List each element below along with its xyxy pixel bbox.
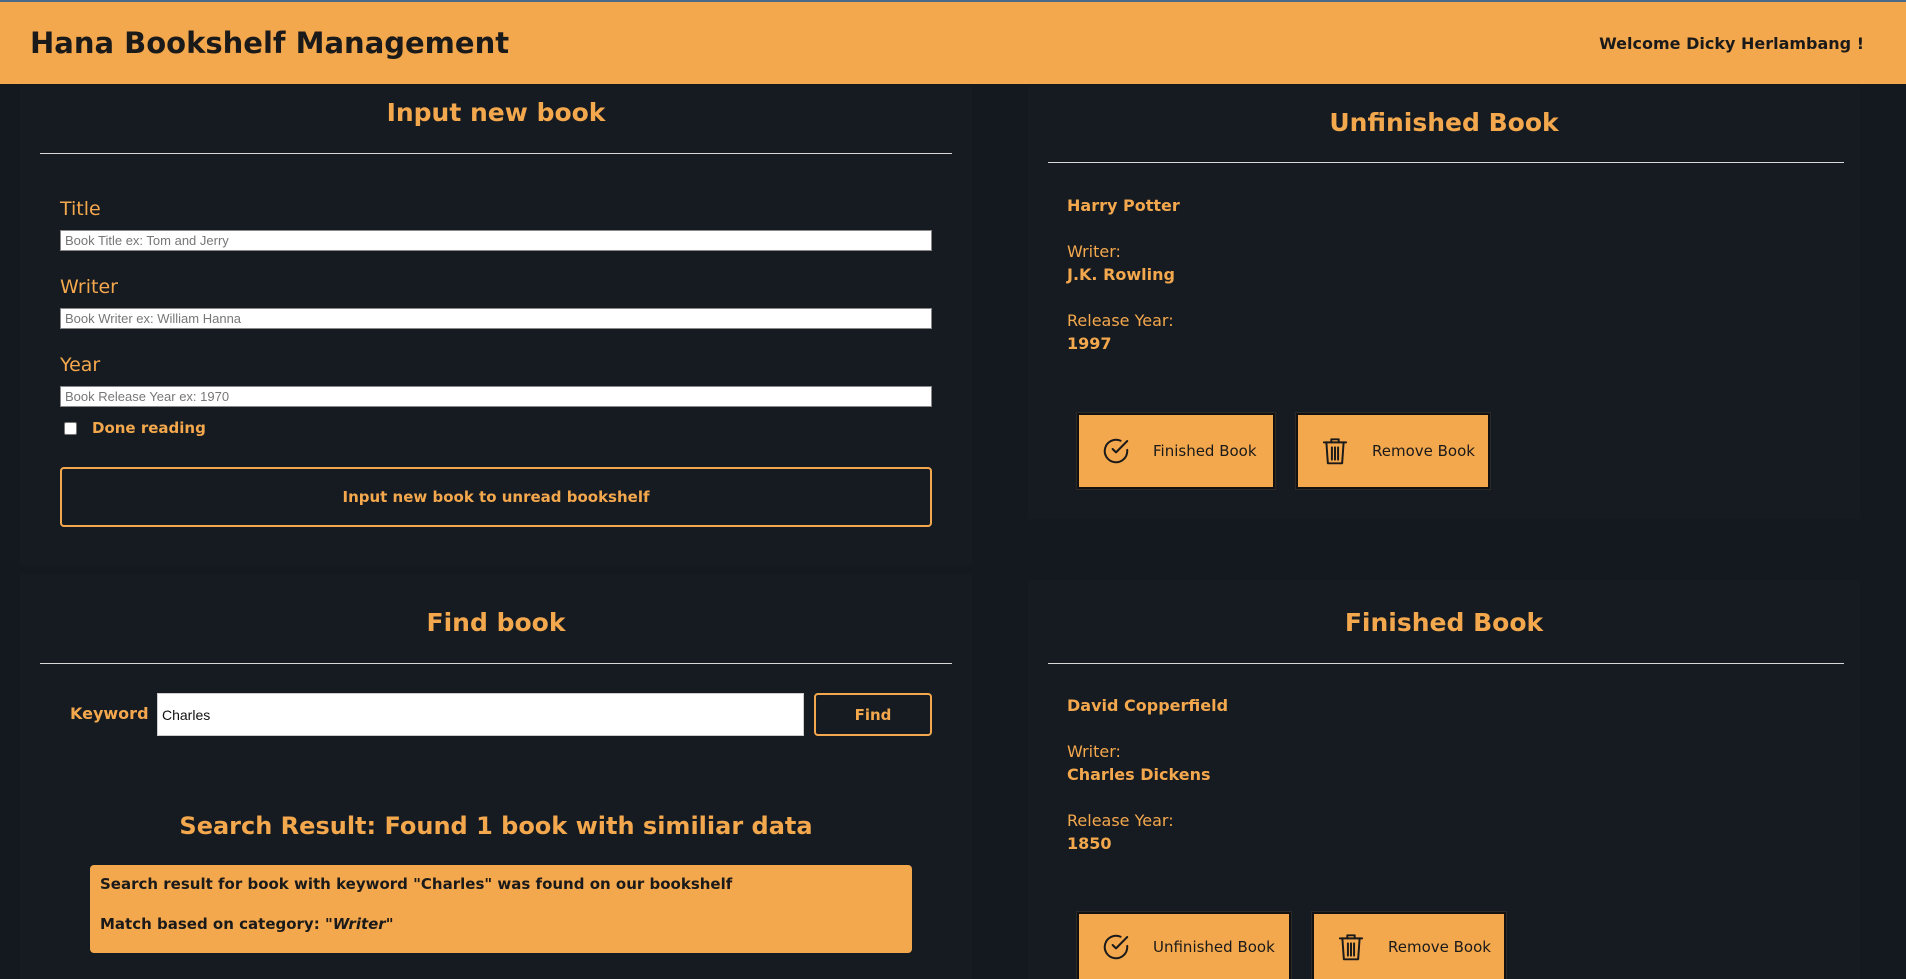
title-label: Title [60,198,101,220]
title-input[interactable] [60,230,932,251]
writer-input[interactable] [60,308,932,329]
book-writer-label: Writer: [1067,242,1121,261]
finished-book-button[interactable]: Finished Book [1077,413,1275,489]
book-title: David Copperfield [1067,696,1229,715]
book-year: 1850 [1067,834,1112,853]
finished-heading: Finished Book [1344,608,1544,637]
remove-book-label: Remove Book [1388,937,1491,956]
book-year-label: Release Year: [1067,811,1174,830]
keyword-input[interactable]: Charles [157,693,804,736]
book-year: 1997 [1067,334,1112,353]
writer-label: Writer [60,276,118,298]
app-header: Hana Bookshelf Management Welcome Dicky … [0,2,1906,84]
finished-divider [1048,663,1844,664]
submit-book-button[interactable]: Input new book to unread bookshelf [60,467,932,527]
book-writer: Charles Dickens [1067,765,1211,784]
unfinished-book-panel: Unfinished Book Harry Potter Writer: J.K… [1028,86,1860,519]
trash-icon [1318,434,1352,468]
year-input[interactable] [60,386,932,407]
find-divider [40,663,952,664]
unfinished-book-label: Unfinished Book [1153,937,1275,956]
finished-book-label: Finished Book [1153,442,1257,460]
remove-book-label: Remove Book [1372,442,1475,460]
book-year-label: Release Year: [1067,311,1174,330]
book-writer: J.K. Rowling [1067,265,1175,284]
trash-icon [1334,930,1368,964]
year-label: Year [60,354,101,376]
search-result-title: Search Result: Found 1 book with similia… [179,812,813,840]
keyword-label: Keyword [70,704,149,723]
unfinished-book-button[interactable]: Unfinished Book [1077,912,1291,979]
search-result-box: Search result for book with keyword "Cha… [90,865,912,953]
unfinished-heading: Unfinished Book [1329,108,1559,137]
input-book-panel: Input new book Title Writer Year Done re… [20,86,972,566]
book-writer-label: Writer: [1067,742,1121,761]
remove-book-button[interactable]: Remove Book [1312,912,1506,979]
category-prefix: Match based on category: [100,915,325,933]
category-value: "Writer" [324,915,394,933]
welcome-message: Welcome Dicky Herlambang ! [1599,33,1864,53]
book-title: Harry Potter [1067,196,1180,215]
search-result-category: Match based on category: "Writer" [100,915,902,933]
input-book-heading: Input new book [386,98,606,127]
unfinished-divider [1048,162,1844,163]
check-circle-icon [1099,434,1133,468]
find-book-heading: Find book [426,608,566,637]
finished-book-panel: Finished Book David Copperfield Writer: … [1028,580,1860,979]
search-result-message: Search result for book with keyword "Cha… [100,875,733,893]
check-circle-icon [1099,930,1133,964]
find-book-panel: Find book Keyword Charles Find Search Re… [20,574,972,979]
find-button[interactable]: Find [814,693,932,736]
done-reading-label: Done reading [92,419,206,437]
input-divider [40,153,952,154]
done-reading-checkbox[interactable] [64,422,77,435]
app-title: Hana Bookshelf Management [30,26,510,60]
remove-book-button[interactable]: Remove Book [1296,413,1490,489]
